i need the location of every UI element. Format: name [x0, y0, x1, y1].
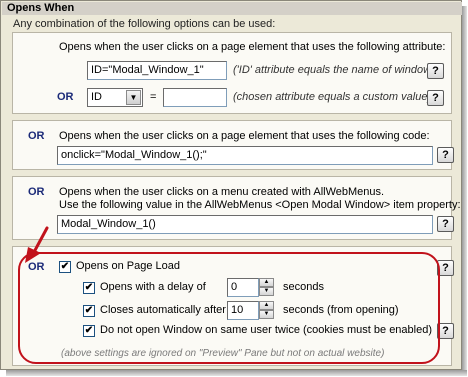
- custom-value-help-button[interactable]: ?: [427, 90, 444, 106]
- callout-arrow-icon: [25, 226, 49, 263]
- attribute-help-button[interactable]: ?: [427, 63, 444, 79]
- menu-or-label: OR: [28, 186, 45, 198]
- attribute-or-label: OR: [57, 91, 74, 103]
- id-attribute-field[interactable]: ID="Modal_Window_1": [87, 61, 227, 80]
- code-panel: OR Opens when the user clicks on a page …: [12, 120, 454, 170]
- menu-panel: OR Opens when the user clicks on a menu …: [12, 176, 461, 240]
- page-load-highlight: [18, 252, 440, 364]
- window-shadow-bottom: [6, 370, 467, 376]
- equals-sign: =: [150, 91, 157, 103]
- custom-value-hint: (chosen attribute equals a custom value): [233, 91, 432, 103]
- section-subtitle: Any combination of the following options…: [13, 18, 276, 30]
- section-title: Opens When: [2, 2, 462, 15]
- id-attribute-hint: ('ID' attribute equals the name of windo…: [233, 64, 435, 76]
- attribute-select-value: ID: [91, 91, 102, 103]
- menu-value-field[interactable]: Modal_Window_1(): [57, 215, 433, 234]
- attribute-description: Opens when the user clicks on a page ele…: [59, 41, 446, 53]
- opens-when-window: Opens When Any combination of the follow…: [0, 0, 462, 370]
- code-or-label: OR: [28, 130, 45, 142]
- code-help-button[interactable]: ?: [437, 147, 454, 163]
- attribute-panel: Opens when the user clicks on a page ele…: [12, 32, 452, 114]
- attribute-select[interactable]: ID ▼: [87, 88, 143, 107]
- code-field[interactable]: onclick="Modal_Window_1();": [57, 146, 433, 165]
- menu-description-line1: Opens when the user clicks on a menu cre…: [59, 186, 385, 198]
- dropdown-arrow-icon[interactable]: ▼: [126, 90, 141, 105]
- menu-help-button[interactable]: ?: [437, 216, 454, 232]
- code-description: Opens when the user clicks on a page ele…: [59, 130, 430, 142]
- window-shadow-right: [462, 6, 467, 376]
- custom-value-field[interactable]: [163, 88, 227, 107]
- menu-description-line2: Use the following value in the AllWebMen…: [59, 199, 461, 211]
